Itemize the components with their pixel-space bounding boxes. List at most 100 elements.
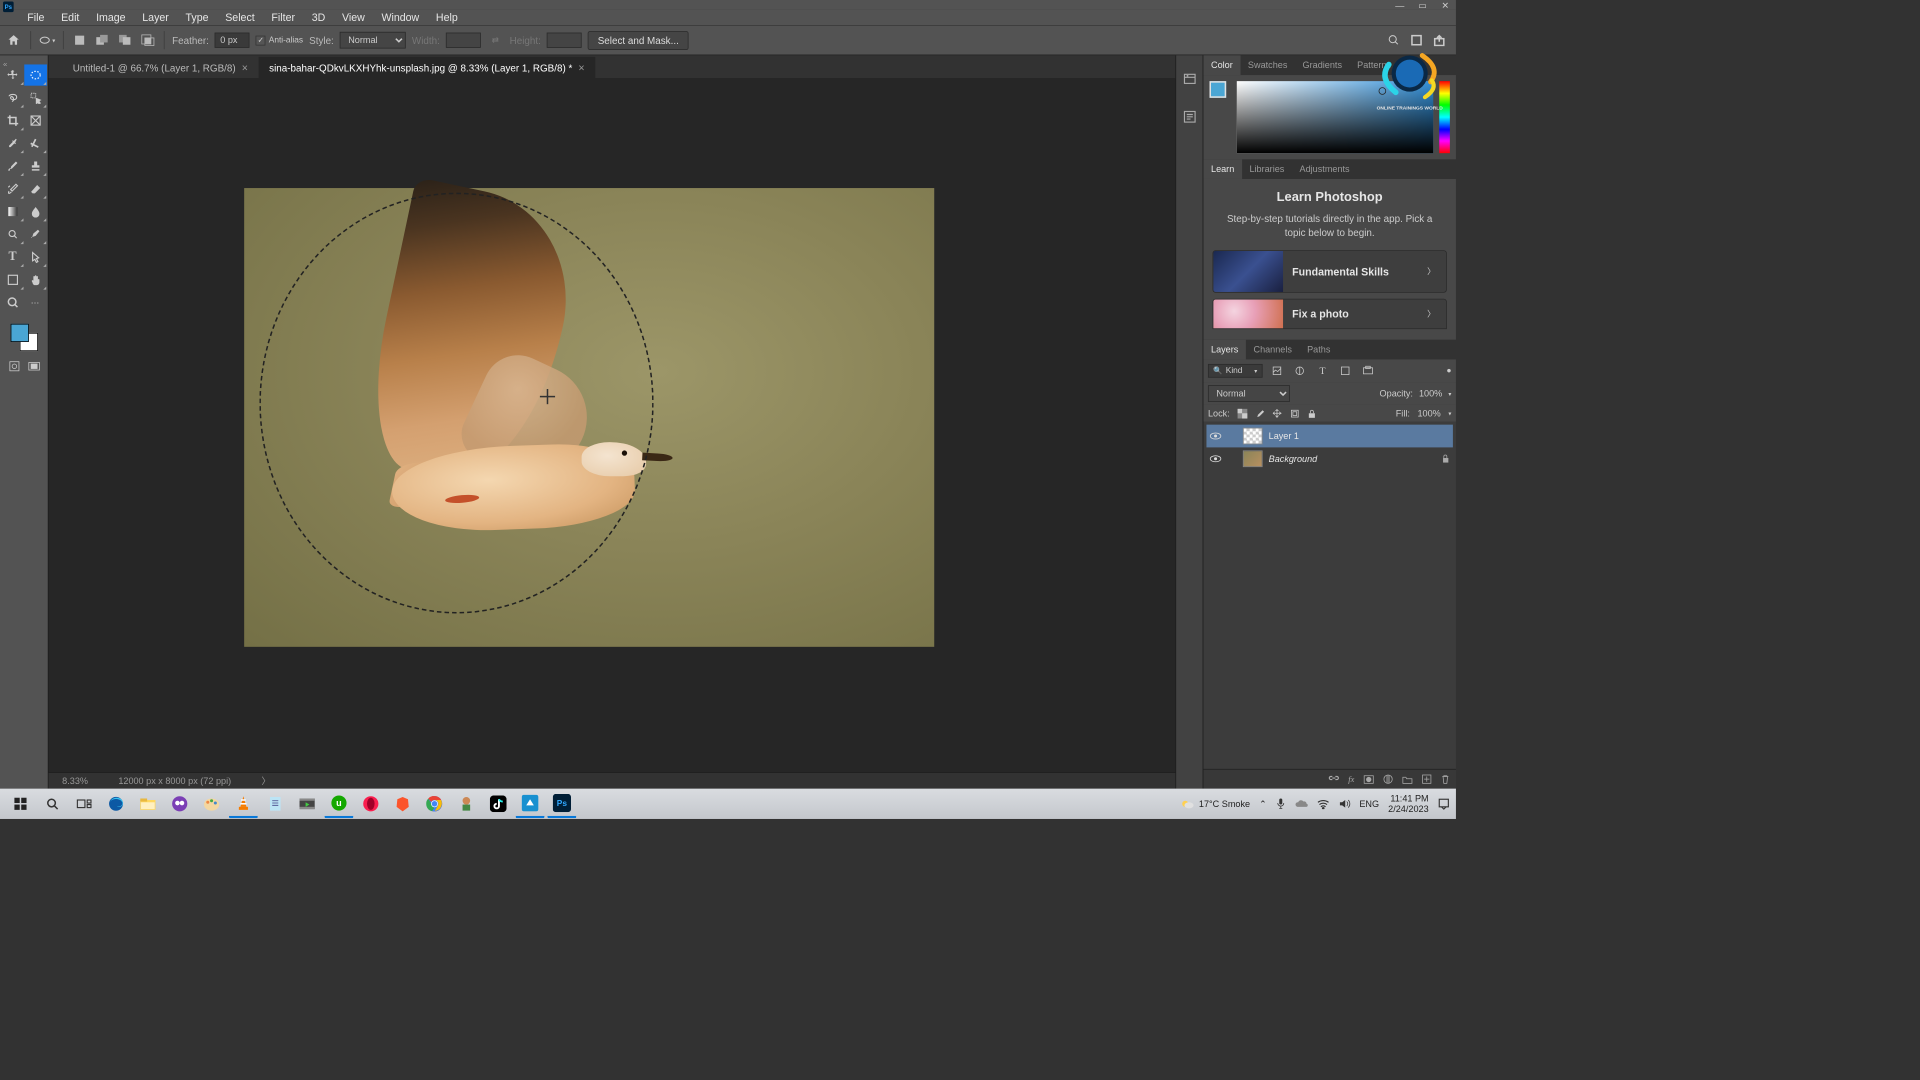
blur-tool[interactable]: [24, 201, 47, 222]
lock-transparency-icon[interactable]: [1237, 409, 1247, 419]
close-tab-icon[interactable]: ×: [578, 61, 584, 73]
close-tab-icon[interactable]: ×: [242, 61, 248, 73]
delete-layer-icon[interactable]: [1441, 774, 1450, 784]
search-button[interactable]: [38, 789, 67, 818]
path-select-tool[interactable]: [24, 246, 47, 267]
taskbar-explorer[interactable]: [133, 789, 162, 818]
gradients-tab[interactable]: Gradients: [1295, 55, 1350, 75]
search-icon[interactable]: [1388, 34, 1400, 46]
paths-tab[interactable]: Paths: [1300, 340, 1338, 360]
antialias-checkbox[interactable]: ✓Anti-alias: [256, 35, 303, 45]
subtract-selection-icon[interactable]: [117, 32, 134, 49]
menu-type[interactable]: Type: [178, 10, 216, 25]
learn-item-fix-photo[interactable]: Fix a photo 〉: [1213, 299, 1447, 329]
frame-icon[interactable]: [1410, 34, 1422, 46]
opacity-value[interactable]: 100%: [1419, 389, 1442, 400]
taskbar-notepad[interactable]: [261, 789, 290, 818]
select-and-mask-button[interactable]: Select and Mask...: [588, 31, 689, 50]
taskbar-chrome[interactable]: [420, 789, 449, 818]
adjustments-tab[interactable]: Adjustments: [1292, 159, 1357, 179]
history-panel-icon[interactable]: [1181, 71, 1198, 88]
marquee-tool[interactable]: [24, 64, 47, 85]
filter-toggle-icon[interactable]: ●: [1446, 367, 1451, 376]
layer-style-icon[interactable]: fx: [1348, 775, 1354, 784]
adjustment-layer-icon[interactable]: [1383, 774, 1393, 784]
weather-widget[interactable]: 17°C Smoke: [1179, 796, 1250, 811]
quick-select-tool[interactable]: [24, 87, 47, 108]
brush-tool[interactable]: [1, 155, 24, 176]
color-swatches[interactable]: [9, 322, 39, 352]
filter-smart-icon[interactable]: [1360, 363, 1377, 380]
menu-edit[interactable]: Edit: [54, 10, 87, 25]
frame-tool[interactable]: [24, 110, 47, 131]
visibility-icon[interactable]: [1209, 455, 1223, 464]
filter-adjust-icon[interactable]: [1291, 363, 1308, 380]
taskbar-brave[interactable]: [388, 789, 417, 818]
feather-input[interactable]: [215, 33, 250, 48]
screenmode-icon[interactable]: [28, 360, 40, 372]
minimize-button[interactable]: —: [1392, 0, 1407, 10]
layer-mask-icon[interactable]: [1363, 775, 1374, 784]
lock-position-icon[interactable]: [1272, 409, 1282, 419]
menu-view[interactable]: View: [334, 10, 372, 25]
taskbar-app-orange[interactable]: [452, 789, 481, 818]
share-icon[interactable]: [1433, 34, 1445, 46]
filter-shape-icon[interactable]: [1337, 363, 1354, 380]
filter-pixel-icon[interactable]: [1269, 363, 1286, 380]
layer-thumbnail[interactable]: [1243, 451, 1263, 468]
shape-tool[interactable]: [1, 269, 24, 290]
start-button[interactable]: [6, 789, 35, 818]
history-brush-tool[interactable]: [1, 178, 24, 199]
taskbar-app-purple[interactable]: [165, 789, 194, 818]
filter-type-icon[interactable]: T: [1314, 363, 1331, 380]
taskbar-vlc[interactable]: [229, 789, 258, 818]
taskbar-edge[interactable]: [102, 789, 131, 818]
document-tab-1[interactable]: Untitled-1 @ 66.7% (Layer 1, RGB/8)×: [62, 57, 258, 78]
fill-value[interactable]: 100%: [1417, 408, 1440, 419]
canvas[interactable]: [49, 78, 1176, 772]
properties-panel-icon[interactable]: [1181, 108, 1198, 125]
eraser-tool[interactable]: [24, 178, 47, 199]
color-field[interactable]: [1237, 81, 1433, 153]
notifications-icon[interactable]: [1438, 798, 1450, 810]
tray-expand-icon[interactable]: ⌃: [1259, 798, 1267, 809]
color-tab[interactable]: Color: [1203, 55, 1240, 75]
taskbar-app-blue[interactable]: [516, 789, 545, 818]
menu-3d[interactable]: 3D: [304, 10, 333, 25]
stamp-tool[interactable]: [24, 155, 47, 176]
edit-toolbar-icon[interactable]: ⋯: [24, 292, 47, 313]
new-layer-icon[interactable]: [1422, 774, 1432, 784]
menu-filter[interactable]: Filter: [264, 10, 303, 25]
new-selection-icon[interactable]: [71, 32, 88, 49]
pen-tool[interactable]: [24, 224, 47, 245]
language-indicator[interactable]: ENG: [1359, 798, 1379, 809]
blend-mode-select[interactable]: Normal: [1208, 386, 1290, 403]
taskbar-tiktok[interactable]: [484, 789, 513, 818]
style-select[interactable]: Normal: [340, 32, 406, 49]
menu-window[interactable]: Window: [374, 10, 427, 25]
libraries-tab[interactable]: Libraries: [1242, 159, 1292, 179]
patterns-tab[interactable]: Patterns: [1350, 55, 1399, 75]
crop-tool[interactable]: [1, 110, 24, 131]
gradient-tool[interactable]: [1, 201, 24, 222]
channels-tab[interactable]: Channels: [1246, 340, 1300, 360]
hand-tool[interactable]: [24, 269, 47, 290]
taskbar-video-editor[interactable]: [293, 789, 322, 818]
zoom-level[interactable]: 8.33%: [62, 775, 88, 786]
hue-slider[interactable]: [1439, 81, 1450, 153]
tool-preset-icon[interactable]: ▾: [39, 32, 56, 49]
add-selection-icon[interactable]: [94, 32, 111, 49]
layer-row-layer1[interactable]: Layer 1: [1206, 425, 1452, 448]
doc-dimensions[interactable]: 12000 px x 8000 px (72 ppi): [118, 775, 231, 786]
taskbar-paint[interactable]: [197, 789, 226, 818]
lock-artboard-icon[interactable]: [1290, 409, 1300, 419]
swatches-tab[interactable]: Swatches: [1240, 55, 1295, 75]
eyedropper-tool[interactable]: [1, 133, 24, 154]
fg-color-chip[interactable]: [1209, 81, 1226, 98]
task-view-button[interactable]: [70, 789, 99, 818]
dodge-tool[interactable]: [1, 224, 24, 245]
quickmask-icon[interactable]: [8, 360, 20, 372]
swap-dims-icon[interactable]: ⇄: [487, 32, 504, 49]
volume-icon[interactable]: [1338, 798, 1350, 809]
lock-image-icon[interactable]: [1255, 409, 1265, 419]
